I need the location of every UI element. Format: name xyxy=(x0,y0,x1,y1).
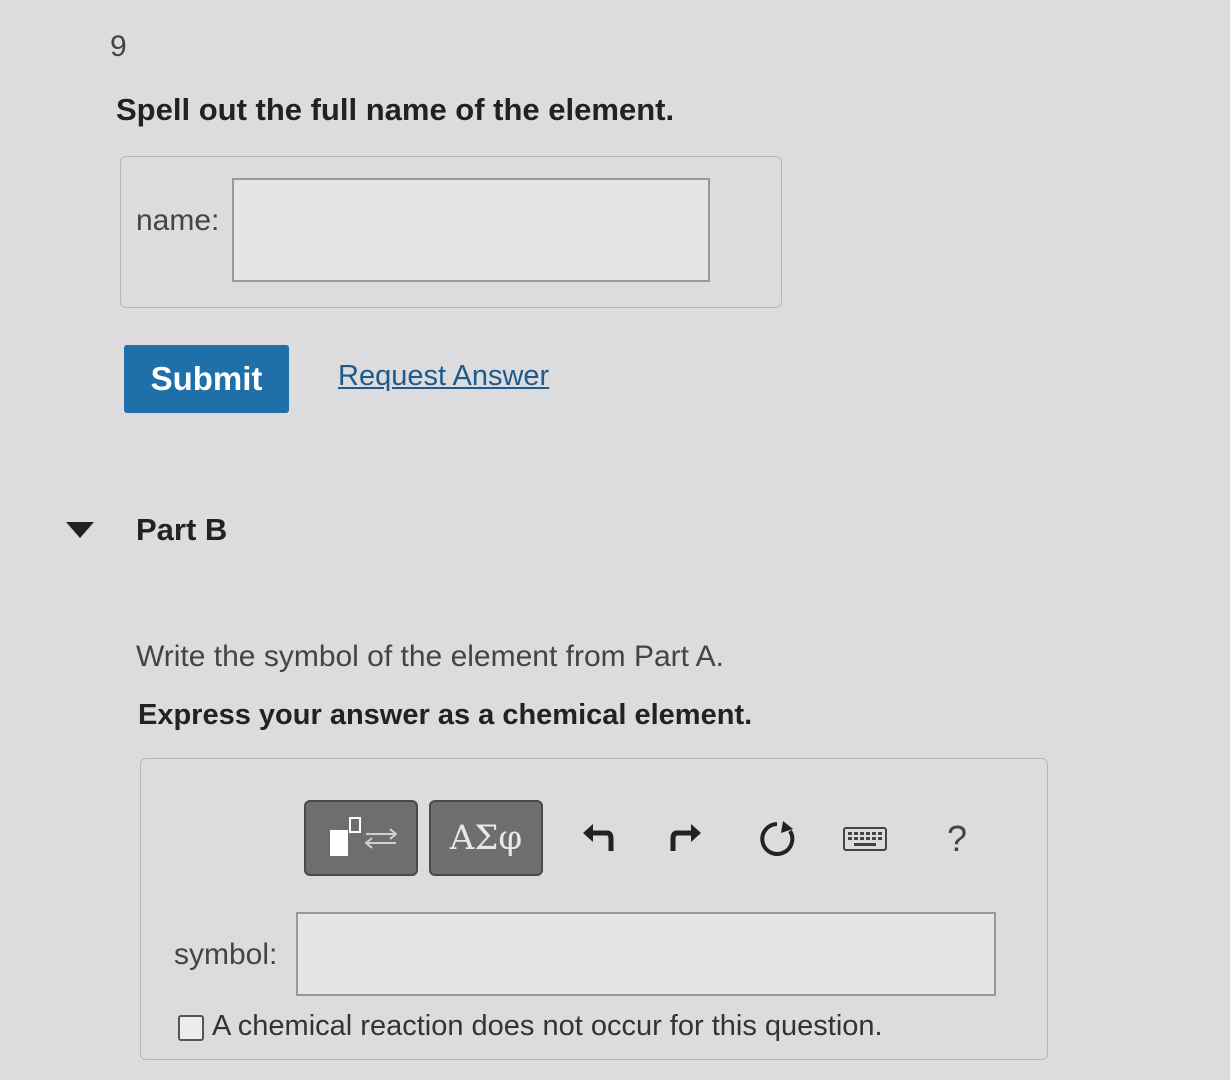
greek-symbols-button[interactable]: ΑΣφ xyxy=(429,800,543,876)
collapse-triangle-icon[interactable] xyxy=(66,522,94,538)
greek-symbols-icon: ΑΣφ xyxy=(449,818,523,858)
part-a-instruction: Spell out the full name of the element. xyxy=(116,92,675,127)
help-icon[interactable]: ? xyxy=(930,812,984,866)
redo-icon[interactable] xyxy=(658,812,712,866)
templates-icon xyxy=(330,817,398,856)
symbol-input[interactable] xyxy=(296,912,996,996)
no-reaction-checkbox[interactable] xyxy=(178,1015,204,1041)
part-b-title[interactable]: Part B xyxy=(136,512,227,548)
part-b-prompt: Write the symbol of the element from Par… xyxy=(136,640,725,673)
part-b-express: Express your answer as a chemical elemen… xyxy=(138,699,753,731)
part-number: 9 xyxy=(110,30,127,63)
name-label: name: xyxy=(136,204,220,237)
submit-button[interactable]: Submit xyxy=(124,345,289,413)
reset-icon[interactable] xyxy=(750,812,804,866)
undo-icon[interactable] xyxy=(572,812,626,866)
request-answer-link[interactable]: Request Answer xyxy=(338,360,549,393)
templates-button[interactable] xyxy=(304,800,418,876)
name-input[interactable] xyxy=(232,178,710,282)
no-reaction-label[interactable]: A chemical reaction does not occur for t… xyxy=(212,1010,883,1043)
keyboard-icon[interactable] xyxy=(838,812,892,866)
symbol-label: symbol: xyxy=(174,938,278,971)
